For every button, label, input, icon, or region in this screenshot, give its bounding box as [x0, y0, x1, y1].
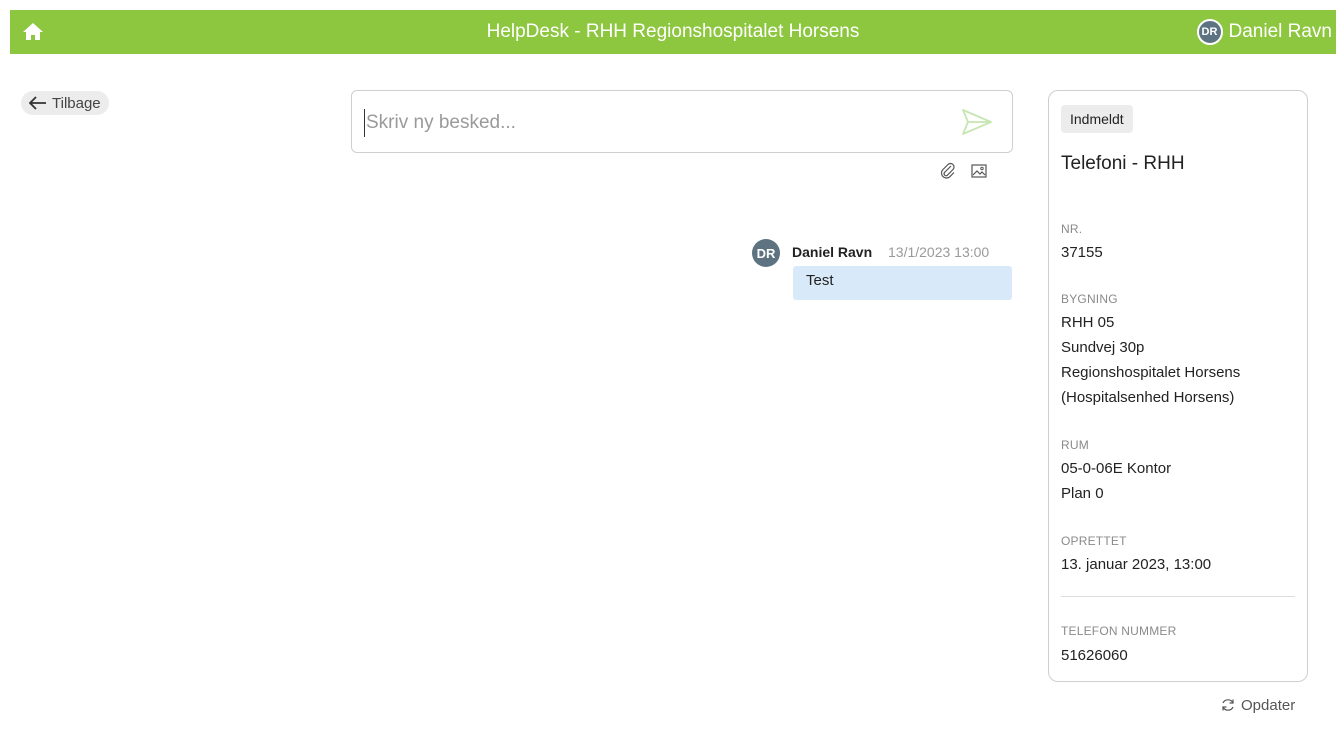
phone-label: TELEFON NUMMER [1061, 624, 1177, 638]
created-label: OPRETTET [1061, 534, 1127, 548]
phone-value: 51626060 [1061, 647, 1128, 664]
refresh-label: Opdater [1241, 696, 1296, 714]
back-button[interactable]: Tilbage [21, 91, 109, 115]
attach-image-button[interactable] [970, 162, 988, 180]
message-bubble: Test [793, 266, 1012, 300]
app-title: HelpDesk - RHH Regionshospitalet Horsens [486, 21, 860, 42]
message-input[interactable] [364, 109, 924, 137]
room-line: Plan 0 [1061, 485, 1104, 502]
user-avatar: DR [1196, 19, 1223, 45]
refresh-button[interactable]: Opdater [1220, 694, 1295, 716]
message-author: Daniel Ravn [792, 244, 873, 260]
user-name: Daniel Ravn [1228, 21, 1333, 42]
attach-file-button[interactable] [939, 162, 957, 180]
room-label: RUM [1061, 438, 1089, 452]
send-icon [962, 109, 992, 135]
building-line: (Hospitalsenhed Horsens) [1061, 389, 1235, 406]
message-timestamp: 13/1/2023 13:00 [888, 244, 990, 260]
image-icon [971, 164, 987, 178]
message-avatar: DR [752, 239, 780, 267]
building-line: RHH 05 [1061, 314, 1115, 331]
divider [1061, 596, 1295, 597]
send-button[interactable] [960, 107, 994, 137]
nr-value: 37155 [1061, 244, 1103, 261]
building-line: Sundvej 30p [1061, 339, 1145, 356]
top-bar: HelpDesk - RHH Regionshospitalet Horsens… [10, 10, 1336, 54]
paperclip-icon [940, 162, 955, 179]
created-value: 13. januar 2023, 13:00 [1061, 556, 1212, 573]
refresh-icon [1222, 699, 1234, 711]
ticket-title: Telefoni - RHH [1061, 153, 1185, 174]
back-label: Tilbage [52, 94, 101, 112]
ticket-info-panel: Indmeldt Telefoni - RHH NR. 37155 BYGNIN… [1048, 90, 1308, 682]
user-menu[interactable]: DR Daniel Ravn [1196, 18, 1336, 46]
status-badge: Indmeldt [1061, 105, 1133, 133]
building-label: BYGNING [1061, 292, 1118, 306]
nr-label: NR. [1061, 222, 1083, 236]
room-line: 05-0-06E Kontor [1061, 460, 1172, 477]
building-line: Regionshospitalet Horsens [1061, 364, 1241, 381]
message-composer [351, 90, 1013, 153]
arrow-left-icon [29, 96, 46, 110]
